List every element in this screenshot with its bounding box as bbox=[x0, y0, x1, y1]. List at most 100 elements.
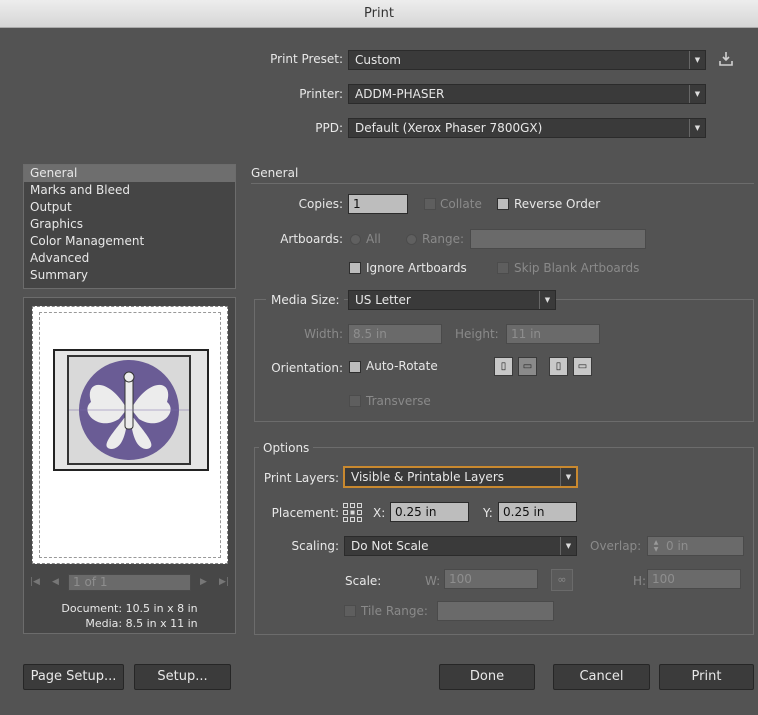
range-field[interactable] bbox=[470, 229, 646, 249]
chevron-down-icon: ▼ bbox=[689, 119, 705, 137]
width-label: Width: bbox=[304, 327, 343, 341]
media-size-value: US Letter bbox=[355, 293, 411, 307]
window-title: Print bbox=[364, 6, 394, 21]
sidebar-item-color-management[interactable]: Color Management bbox=[24, 233, 235, 250]
placement-grid-icon[interactable] bbox=[342, 502, 364, 524]
ppd-value: Default (Xerox Phaser 7800GX) bbox=[355, 121, 543, 135]
scaling-value: Do Not Scale bbox=[351, 539, 429, 553]
scaling-label: Scaling: bbox=[291, 539, 339, 553]
landscape-flipped-icon[interactable]: ▭ bbox=[573, 357, 592, 376]
printer-dropdown[interactable]: ADDM-PHASER ▼ bbox=[348, 84, 706, 104]
chevron-down-icon: ▼ bbox=[560, 537, 576, 555]
done-button[interactable]: Done bbox=[439, 664, 535, 690]
scale-h-field[interactable]: 100 bbox=[647, 569, 741, 589]
artwork-inner-frame bbox=[67, 355, 191, 465]
portrait-flipped-icon[interactable]: ▯ bbox=[549, 357, 568, 376]
tile-range-label: Tile Range: bbox=[361, 604, 428, 618]
portrait-icon[interactable]: ▯ bbox=[494, 357, 513, 376]
skip-blank-artboards-checkbox[interactable] bbox=[497, 262, 509, 274]
overlap-stepper-icon[interactable]: ▲ ▼ bbox=[650, 539, 662, 553]
category-list: General Marks and Bleed Output Graphics … bbox=[23, 164, 236, 289]
all-radio[interactable] bbox=[350, 234, 361, 245]
scale-w-field[interactable]: 100 bbox=[444, 569, 538, 589]
chevron-down-icon: ▼ bbox=[560, 468, 576, 486]
prev-page-icon[interactable]: ◀ bbox=[52, 577, 59, 587]
preview-panel: |◀ ◀ 1 of 1 ▶ ▶| Document: 10.5 in x 8 i… bbox=[23, 297, 236, 634]
height-label: Height: bbox=[455, 327, 499, 341]
first-page-icon[interactable]: |◀ bbox=[30, 577, 40, 587]
printer-value: ADDM-PHASER bbox=[355, 87, 445, 101]
sidebar-item-summary[interactable]: Summary bbox=[24, 267, 235, 284]
range-label: Range: bbox=[422, 232, 465, 246]
landscape-icon[interactable]: ▭ bbox=[518, 357, 537, 376]
page-setup-button[interactable]: Page Setup... bbox=[23, 664, 124, 690]
preview-page[interactable] bbox=[32, 306, 228, 564]
width-field[interactable]: 8.5 in bbox=[348, 324, 442, 344]
x-label: X: bbox=[373, 506, 386, 520]
overlap-label: Overlap: bbox=[590, 539, 642, 553]
auto-rotate-label: Auto-Rotate bbox=[366, 359, 438, 373]
h-label: H: bbox=[633, 574, 647, 588]
print-layers-label: Print Layers: bbox=[263, 471, 339, 485]
copies-field[interactable]: 1 bbox=[348, 194, 408, 214]
cancel-button[interactable]: Cancel bbox=[553, 664, 650, 690]
tile-range-checkbox[interactable] bbox=[344, 605, 356, 617]
orientation-label: Orientation: bbox=[271, 361, 343, 375]
media-size-info: Media: 8.5 in x 11 in bbox=[85, 617, 198, 630]
placement-label: Placement: bbox=[271, 506, 339, 520]
next-page-icon[interactable]: ▶ bbox=[200, 577, 207, 587]
print-dialog: Print Print Preset: Custom ▼ Printer: ADD… bbox=[0, 0, 758, 715]
ignore-artboards-checkbox[interactable] bbox=[349, 262, 361, 274]
print-preset-value: Custom bbox=[355, 53, 401, 67]
collate-checkbox[interactable] bbox=[424, 198, 436, 210]
ignore-artboards-label: Ignore Artboards bbox=[366, 261, 467, 275]
sidebar-item-marks-and-bleed[interactable]: Marks and Bleed bbox=[24, 182, 235, 199]
y-label: Y: bbox=[483, 506, 493, 520]
print-preset-label: Print Preset: bbox=[270, 52, 343, 66]
reverse-order-label: Reverse Order bbox=[514, 197, 601, 211]
y-field[interactable]: 0.25 in bbox=[498, 502, 577, 522]
options-heading: Options bbox=[259, 441, 314, 455]
chevron-down-icon: ▼ bbox=[539, 291, 555, 309]
media-size-label: Media Size: bbox=[266, 293, 344, 307]
constrain-proportions-icon[interactable]: ∞ bbox=[551, 569, 573, 591]
artboard-frame bbox=[53, 349, 209, 471]
collate-label: Collate bbox=[440, 197, 482, 211]
title-bar: Print bbox=[0, 0, 758, 28]
artboards-label: Artboards: bbox=[280, 232, 343, 246]
sidebar-item-advanced[interactable]: Advanced bbox=[24, 250, 235, 267]
ppd-dropdown[interactable]: Default (Xerox Phaser 7800GX) ▼ bbox=[348, 118, 706, 138]
printer-label: Printer: bbox=[299, 87, 343, 101]
divider bbox=[251, 183, 754, 184]
all-label: All bbox=[366, 232, 381, 246]
transverse-label: Transverse bbox=[366, 394, 431, 408]
transverse-checkbox[interactable] bbox=[349, 395, 361, 407]
print-button[interactable]: Print bbox=[659, 664, 754, 690]
x-field[interactable]: 0.25 in bbox=[390, 502, 469, 522]
save-preset-icon[interactable] bbox=[717, 50, 735, 68]
skip-blank-artboards-label: Skip Blank Artboards bbox=[514, 261, 640, 275]
height-field[interactable]: 11 in bbox=[506, 324, 600, 344]
media-size-dropdown[interactable]: US Letter ▼ bbox=[348, 290, 556, 310]
tile-range-field[interactable] bbox=[437, 601, 554, 621]
last-page-icon[interactable]: ▶| bbox=[219, 577, 229, 587]
copies-label: Copies: bbox=[298, 197, 343, 211]
scale-label: Scale: bbox=[345, 574, 382, 588]
w-label: W: bbox=[425, 574, 441, 588]
butterfly-artwork-icon bbox=[69, 360, 189, 460]
page-number-field[interactable]: 1 of 1 bbox=[68, 574, 191, 591]
auto-rotate-checkbox[interactable] bbox=[349, 361, 361, 373]
sidebar-item-graphics[interactable]: Graphics bbox=[24, 216, 235, 233]
range-radio[interactable] bbox=[406, 234, 417, 245]
scaling-dropdown[interactable]: Do Not Scale ▼ bbox=[344, 536, 577, 556]
print-layers-value: Visible & Printable Layers bbox=[351, 470, 504, 484]
sidebar-item-output[interactable]: Output bbox=[24, 199, 235, 216]
print-layers-dropdown[interactable]: Visible & Printable Layers ▼ bbox=[344, 467, 577, 487]
ppd-label: PPD: bbox=[315, 121, 343, 135]
general-heading: General bbox=[251, 166, 299, 180]
print-preset-dropdown[interactable]: Custom ▼ bbox=[348, 50, 706, 70]
sidebar-item-general[interactable]: General bbox=[24, 165, 235, 182]
chevron-down-icon: ▼ bbox=[689, 85, 705, 103]
setup-button[interactable]: Setup... bbox=[134, 664, 231, 690]
reverse-order-checkbox[interactable] bbox=[497, 198, 509, 210]
